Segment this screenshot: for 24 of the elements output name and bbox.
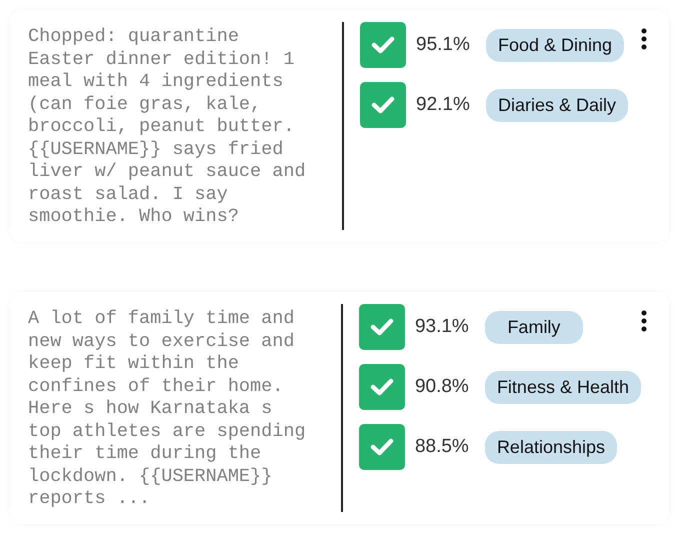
checkbox[interactable] (358, 424, 405, 470)
checkbox[interactable] (360, 22, 406, 68)
score-text: 92.1% (416, 94, 471, 116)
category-tag: Diaries & Daily (486, 88, 628, 122)
checkbox[interactable] (358, 304, 405, 350)
category-tag: Relationships (484, 430, 617, 464)
check-icon (370, 437, 394, 457)
category-tag: Food & Dining (486, 28, 624, 62)
checkbox[interactable] (358, 364, 405, 410)
snippet-text: Chopped: quarantine Easter dinner edition! 1 meal with 4 ingredients (can foie gras, kale, broccoli, peanut butter. {{USERNAME}} says fried liver w/ peanut sauce and roast salad. I say smoothie. Who wins? (27, 25, 307, 228)
check-icon (370, 377, 394, 397)
category-tag: Fitness & Health (484, 370, 641, 404)
more-icon[interactable] (641, 28, 647, 50)
check-icon (371, 95, 395, 115)
score-text: 88.5% (414, 436, 470, 458)
checkbox[interactable] (360, 82, 406, 128)
score-text: 90.8% (414, 376, 470, 398)
check-icon (371, 35, 395, 55)
category-tag: Family (484, 310, 583, 344)
score-text: 95.1% (416, 34, 471, 56)
more-icon[interactable] (641, 310, 647, 332)
score-text: 93.1% (414, 316, 470, 338)
check-icon (370, 317, 394, 337)
snippet-text: A lot of family time and new ways to exercise and keep fit within the confines of their home. Here s how Karnataka s top athletes are spending their time during the lockdown. {{USERNAME}} reports ... (27, 307, 307, 510)
